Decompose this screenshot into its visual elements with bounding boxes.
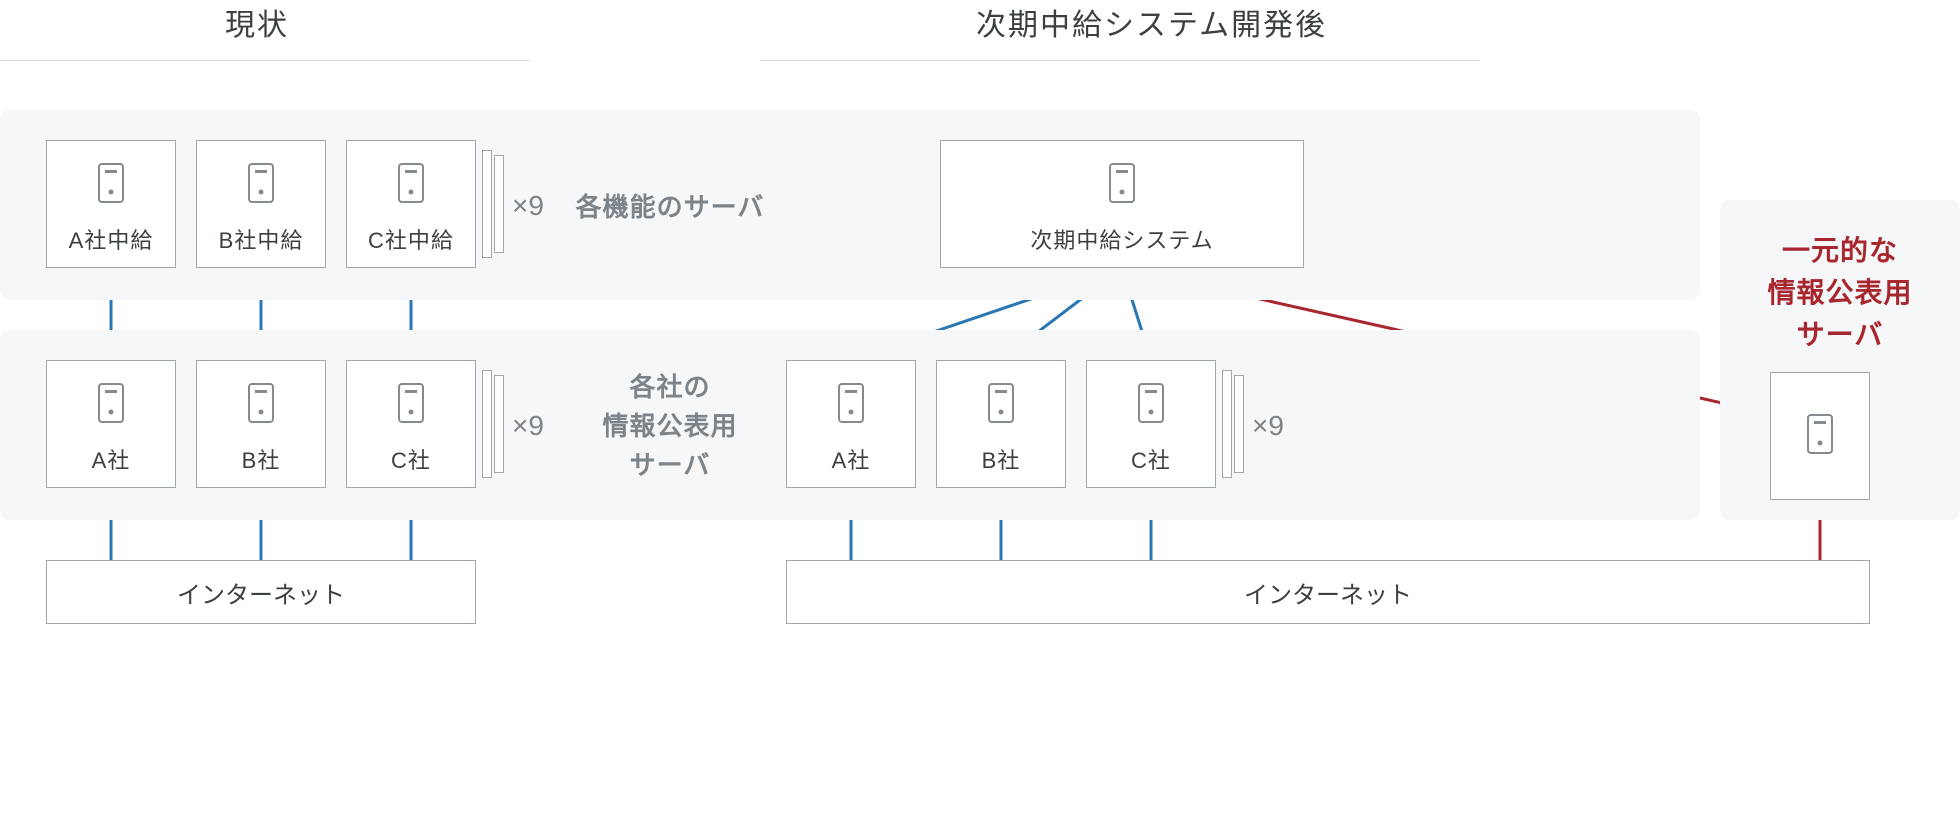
server-icon [1108,162,1136,209]
server-icon [247,162,275,209]
server-box-c: C社 [346,360,476,488]
server-label: 次期中給システム [1030,223,1213,255]
stack-hint [494,375,504,473]
server-box-b-chukyu: B社中給 [196,140,326,268]
server-label: C社 [1131,443,1171,475]
server-icon [1806,413,1834,460]
server-icon [97,382,125,429]
server-icon [1137,382,1165,429]
stack-hint [482,370,492,478]
server-label: A社 [92,443,131,475]
server-icon [397,382,425,429]
server-box-a-chukyu: A社中給 [46,140,176,268]
server-label: B社中給 [219,223,304,255]
server-label: A社中給 [69,223,154,255]
multiplier: ×9 [512,190,544,222]
multiplier: ×9 [512,410,544,442]
row-label-bottom: 各社の 情報公表用 サーバ [570,368,770,485]
server-icon [247,382,275,429]
server-box-c-chukyu: C社中給 [346,140,476,268]
server-box-b: B社 [196,360,326,488]
stack-hint [482,150,492,258]
server-box-unified [1770,372,1870,500]
server-icon [987,382,1015,429]
rule-left [0,60,530,61]
server-icon [397,162,425,209]
server-label: A社 [832,443,871,475]
server-box-b-right: B社 [936,360,1066,488]
server-box-next-gen: 次期中給システム [940,140,1304,268]
heading-current: 現状 [225,0,289,44]
row-label-top: 各機能のサーバ [570,188,770,227]
server-box-a-right: A社 [786,360,916,488]
internet-box-right: インターネット [786,560,1870,624]
multiplier: ×9 [1252,410,1284,442]
server-label: C社 [391,443,431,475]
server-icon [97,162,125,209]
server-box-a: A社 [46,360,176,488]
stack-hint [494,155,504,253]
heading-next-gen: 次期中給システム開発後 [976,0,1327,44]
stack-hint [1222,370,1232,478]
server-label: C社中給 [368,223,454,255]
server-box-c-right: C社 [1086,360,1216,488]
stack-hint [1234,375,1244,473]
server-icon [837,382,865,429]
server-label: B社 [982,443,1021,475]
server-label: B社 [242,443,281,475]
rule-right [760,60,1480,61]
unified-server-label: 一元的な 情報公表用 サーバ [1740,230,1940,356]
internet-box-left: インターネット [46,560,476,624]
